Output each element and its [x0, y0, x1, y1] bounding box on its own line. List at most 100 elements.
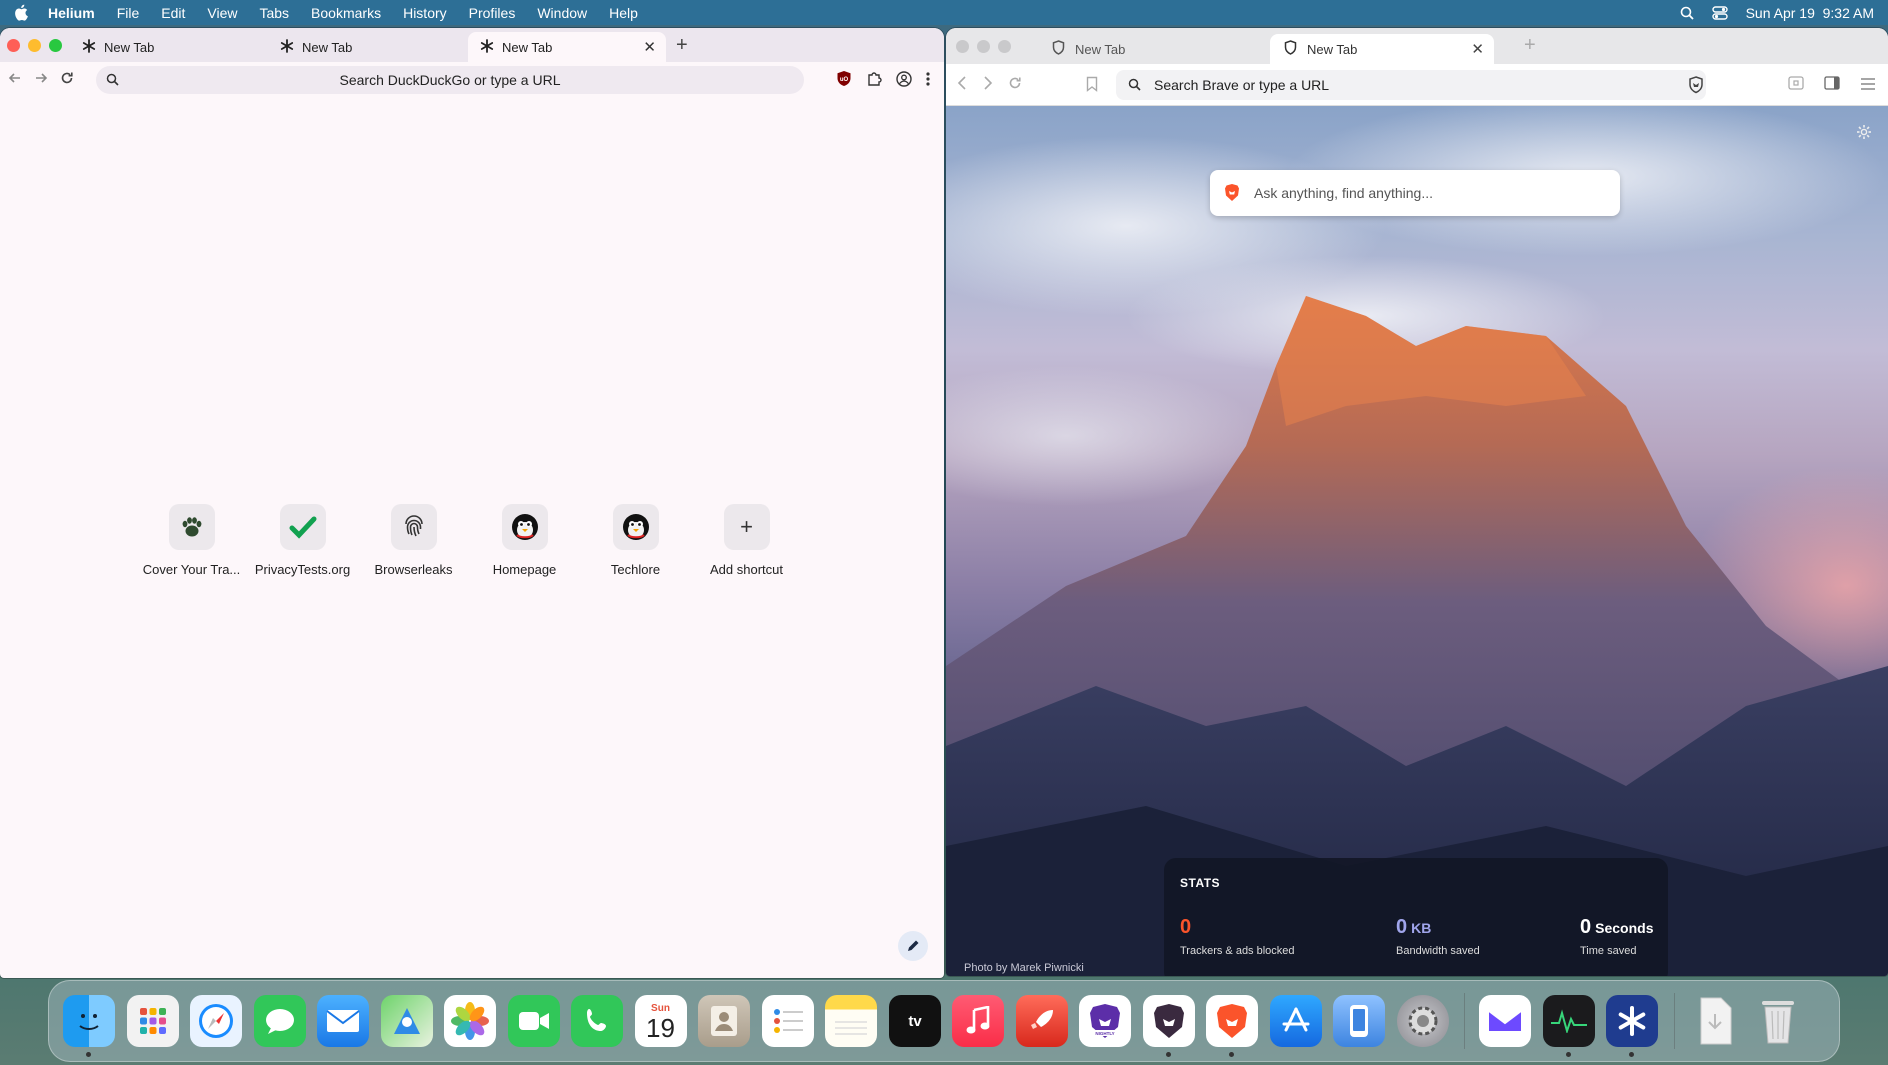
new-tab-button[interactable]: + [676, 34, 688, 57]
brave-tab-strip: New Tab New Tab ✕ + [946, 28, 1888, 64]
bookmark-icon[interactable] [1086, 76, 1098, 97]
bear-paw-icon [168, 504, 215, 550]
back-arrow-icon[interactable] [956, 76, 968, 95]
safari-icon[interactable] [190, 995, 242, 1047]
maps-icon[interactable] [380, 995, 433, 1047]
extensions-puzzle-icon[interactable] [866, 71, 882, 92]
settings-gear-icon[interactable] [1856, 124, 1872, 145]
close-window-button[interactable] [956, 40, 969, 53]
penguin-icon [501, 504, 548, 550]
messages-icon[interactable] [253, 995, 306, 1047]
menu-bar: Helium File Edit View Tabs Bookmarks His… [0, 0, 1888, 25]
running-indicator [1565, 1052, 1571, 1057]
customize-pencil-button[interactable] [898, 931, 928, 961]
menu-app-name[interactable]: Helium [48, 5, 95, 21]
photos-icon[interactable] [444, 995, 496, 1047]
proton-mail-icon[interactable] [1479, 995, 1531, 1047]
back-arrow-icon[interactable] [8, 71, 22, 90]
shortcut-homepage[interactable]: Homepage [469, 504, 580, 577]
mail-icon[interactable] [317, 995, 369, 1047]
iphone-mirroring-icon[interactable] [1333, 995, 1385, 1047]
hamburger-menu-icon[interactable] [1860, 77, 1876, 95]
brave-shield-favicon-icon [1052, 40, 1065, 58]
zoom-window-button[interactable] [998, 40, 1011, 53]
sidebar-toggle-icon[interactable] [1824, 76, 1840, 95]
menu-tabs[interactable]: Tabs [259, 5, 289, 21]
shortcut-browserleaks[interactable]: Browserleaks [358, 504, 469, 577]
reminders-icon[interactable] [761, 995, 814, 1047]
forward-arrow-icon[interactable] [34, 71, 48, 90]
rocket-icon[interactable] [1015, 995, 1068, 1047]
profile-avatar-icon[interactable] [896, 70, 912, 92]
forward-arrow-icon[interactable] [982, 76, 994, 95]
reload-icon[interactable] [60, 71, 74, 90]
menu-profiles[interactable]: Profiles [469, 5, 516, 21]
shortcut-cover-your-tracks[interactable]: Cover Your Tra... [136, 504, 247, 577]
menu-help[interactable]: Help [609, 5, 638, 21]
calendar-weekday: Sun [651, 1002, 670, 1014]
more-menu-icon[interactable] [926, 71, 930, 92]
brave-window: New Tab New Tab ✕ + Search Brave or type… [946, 28, 1888, 976]
brave-icon[interactable] [1206, 995, 1258, 1057]
apple-logo-icon[interactable] [14, 4, 30, 22]
apple-tv-icon[interactable]: tv [888, 995, 941, 1047]
brave-tab-1[interactable]: New Tab [1038, 34, 1262, 64]
add-shortcut-button[interactable]: + Add shortcut [691, 504, 802, 577]
minimize-window-button[interactable] [977, 40, 990, 53]
helium-tab-2[interactable]: New Tab [268, 32, 466, 62]
helium-app-icon[interactable] [1606, 995, 1658, 1057]
activity-monitor-icon[interactable] [1542, 995, 1595, 1057]
stat-time-value: 0 Seconds [1580, 916, 1653, 939]
stat-trackers-number: 0 [1180, 916, 1192, 938]
ublock-origin-icon[interactable]: uO [836, 70, 852, 92]
system-settings-icon[interactable] [1396, 995, 1449, 1047]
launchpad-icon[interactable] [126, 995, 179, 1047]
stat-bandwidth: 0 KB Bandwidth saved [1396, 916, 1480, 957]
address-bar-placeholder: Search DuckDuckGo or type a URL [339, 72, 561, 88]
menu-edit[interactable]: Edit [161, 5, 185, 21]
menubar-clock[interactable]: Sun Apr 19 9:32 AM [1746, 5, 1874, 21]
stat-bandwidth-unit: KB [1411, 920, 1432, 936]
calendar-icon[interactable]: Sun 19 [634, 995, 687, 1047]
brave-nightly-icon[interactable]: NIGHTLY [1079, 995, 1131, 1047]
close-tab-icon[interactable]: ✕ [643, 38, 656, 56]
downloads-stack-icon[interactable] [1689, 995, 1741, 1047]
menu-view[interactable]: View [207, 5, 237, 21]
phone-icon[interactable] [571, 995, 623, 1047]
close-window-button[interactable] [7, 39, 20, 52]
music-icon[interactable] [952, 995, 1004, 1047]
brave-tab-2-active[interactable]: New Tab ✕ [1270, 34, 1494, 64]
finder-icon[interactable] [63, 995, 115, 1057]
brave-dev-icon[interactable] [1142, 995, 1195, 1057]
shortcut-techlore[interactable]: Techlore [580, 504, 691, 577]
dock: Sun 19 tv NIGHTLY [48, 980, 1840, 1062]
menu-file[interactable]: File [117, 5, 140, 21]
minimize-window-button[interactable] [28, 39, 41, 52]
shortcut-label: Add shortcut [710, 562, 783, 577]
notes-icon[interactable] [825, 995, 877, 1047]
spotlight-search-icon[interactable] [1680, 6, 1694, 20]
brave-address-bar[interactable]: Search Brave or type a URL [1116, 70, 1706, 100]
close-tab-icon[interactable]: ✕ [1471, 40, 1484, 58]
new-tab-button[interactable]: + [1524, 34, 1536, 57]
shortcut-privacytests[interactable]: PrivacyTests.org [247, 504, 358, 577]
app-store-icon[interactable] [1269, 995, 1322, 1047]
trash-icon[interactable] [1752, 995, 1804, 1047]
helium-tab-3-active[interactable]: New Tab ✕ [468, 32, 666, 62]
photo-credit[interactable]: Photo by Marek Piwnicki [964, 962, 1084, 974]
menu-history[interactable]: History [403, 5, 447, 21]
facetime-icon[interactable] [507, 995, 560, 1047]
reload-icon[interactable] [1008, 76, 1022, 95]
helium-tab-1[interactable]: New Tab [70, 32, 268, 62]
ntp-search-box[interactable]: Ask anything, find anything... [1210, 170, 1620, 216]
contacts-icon[interactable] [698, 995, 750, 1047]
control-center-icon[interactable] [1711, 5, 1728, 20]
zoom-window-button[interactable] [49, 39, 62, 52]
brave-wallet-icon[interactable] [1788, 76, 1804, 95]
menu-bookmarks[interactable]: Bookmarks [311, 5, 381, 21]
brave-toolbar: Search Brave or type a URL [946, 64, 1888, 106]
shortcut-grid: Cover Your Tra... PrivacyTests.org Brows… [136, 504, 802, 577]
helium-address-bar[interactable]: Search DuckDuckGo or type a URL [96, 66, 804, 94]
brave-shields-icon[interactable] [1688, 76, 1704, 99]
menu-window[interactable]: Window [537, 5, 587, 21]
